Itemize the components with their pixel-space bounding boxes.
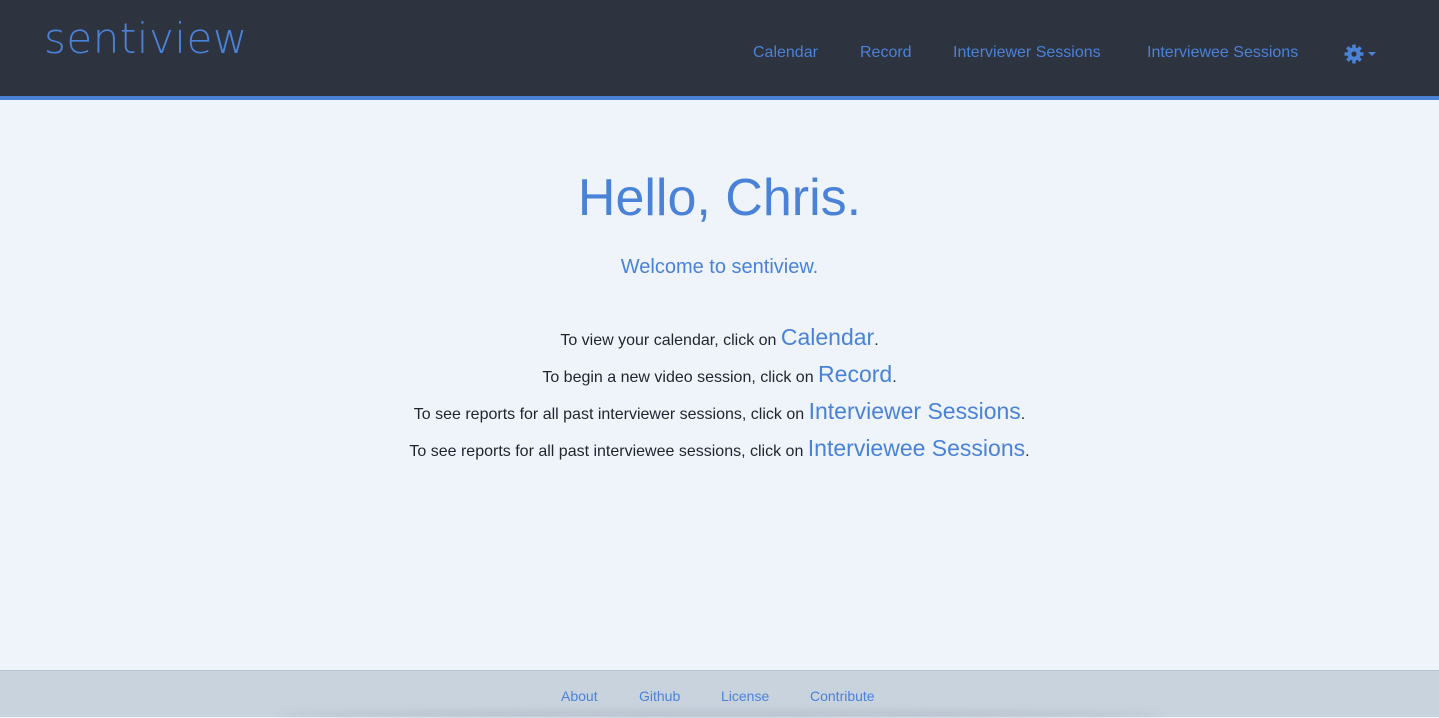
instruction-text: To begin a new video session, click on [542,369,819,386]
footer-about-link[interactable]: About [561,688,598,704]
settings-dropdown[interactable] [1344,43,1384,65]
instruction-period: . [1025,443,1030,460]
greeting-heading: Hello, Chris. [577,169,862,227]
record-link[interactable]: Record [818,361,892,387]
instruction-period: . [892,369,897,386]
nav-interviewer-sessions[interactable]: Interviewer Sessions [953,44,1101,62]
chevron-down-icon [1368,52,1376,56]
footer-license-link[interactable]: License [721,688,769,704]
calendar-link[interactable]: Calendar [781,324,874,350]
top-navbar: sentiview Calendar Record Interviewer Se… [0,0,1439,100]
nav-calendar[interactable]: Calendar [753,44,818,62]
instruction-text: To see reports for all past interviewer … [413,406,809,423]
footer-contribute-link[interactable]: Contribute [810,688,875,704]
brand-logo[interactable]: sentiview [44,18,248,60]
instruction-text: To see reports for all past interviewee … [409,443,808,460]
instruction-line: To see reports for all past interviewer … [0,396,1439,430]
page-footer: About Github License Contribute [0,670,1439,718]
footer-github-link[interactable]: Github [639,688,680,704]
instruction-line: To begin a new video session, click on R… [0,359,1439,393]
gear-icon [1344,44,1364,64]
instruction-line: To view your calendar, click on Calendar… [0,322,1439,356]
instruction-period: . [1020,406,1026,423]
instruction-line: To see reports for all past interviewee … [0,433,1439,467]
instruction-text: To view your calendar, click on [560,332,781,349]
nav-record[interactable]: Record [860,44,912,62]
nav-interviewee-sessions[interactable]: Interviewee Sessions [1147,44,1298,62]
welcome-subtitle: Welcome to sentiview. [620,256,819,278]
interviewer-sessions-link[interactable]: Interviewer Sessions [809,398,1021,424]
interviewee-sessions-link[interactable]: Interviewee Sessions [808,435,1025,461]
instruction-period: . [874,332,879,349]
